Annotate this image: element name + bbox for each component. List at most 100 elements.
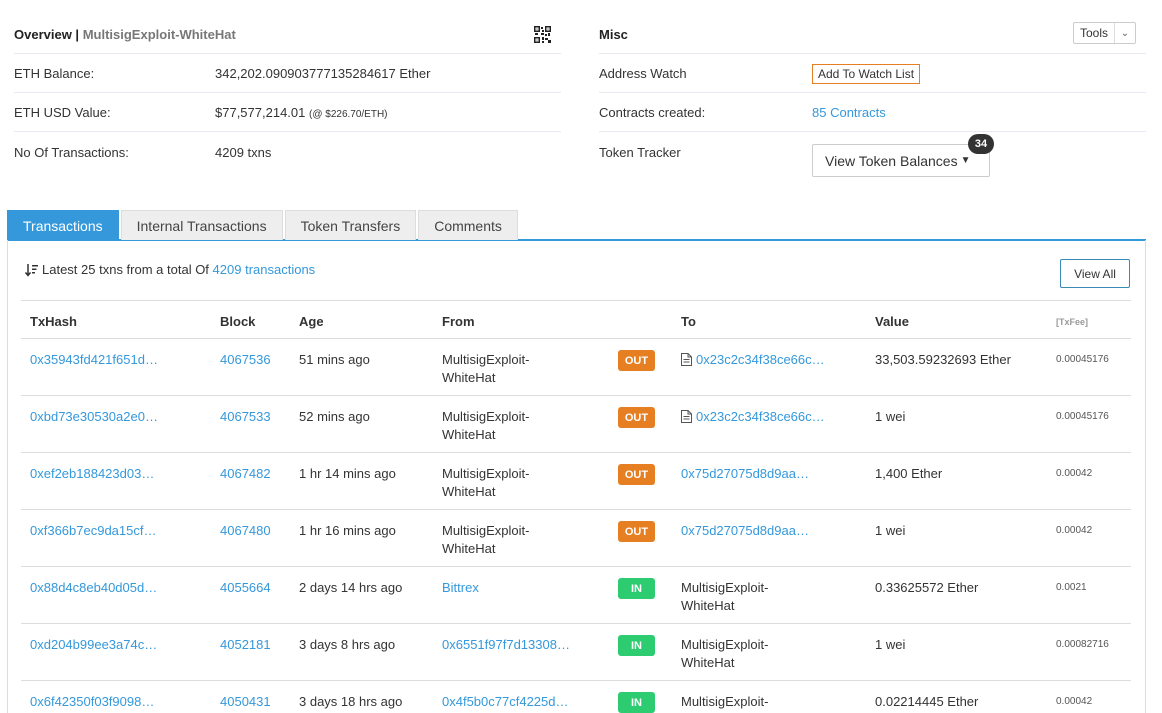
table-row: 0x6f42350f03f9098… 4050431 3 days 18 hrs a… xyxy=(21,681,1131,713)
to-address: MultisigExploit-WhiteHat xyxy=(681,580,769,613)
tools-label: Tools xyxy=(1074,23,1115,43)
txhash-link[interactable]: 0x35943fd421f651d… xyxy=(30,352,158,367)
direction-badge: IN xyxy=(618,692,655,713)
age-cell: 1 hr 16 mins ago xyxy=(299,523,396,538)
block-link[interactable]: 4050431 xyxy=(220,694,271,709)
to-address[interactable]: 0x23c2c34f38ce66c… xyxy=(696,408,825,426)
misc-title: Misc xyxy=(599,27,628,42)
add-to-watch-list-button[interactable]: Add To Watch List xyxy=(812,63,921,84)
eth-balance-row: ETH Balance: 342,202.090903777135284617 … xyxy=(14,54,561,93)
to-address[interactable]: 0x75d27075d8d9aa… xyxy=(681,522,809,540)
from-address: MultisigExploit- WhiteHat xyxy=(442,409,530,442)
view-all-button[interactable]: View All xyxy=(1060,259,1130,288)
tab-token-transfers[interactable]: Token Transfers xyxy=(284,210,417,240)
tx-count-value: 4209 txns xyxy=(215,145,272,160)
token-button-label: View Token Balances xyxy=(825,152,958,169)
table-row: 0x88d4c8eb40d05d… 4055664 2 days 14 hrs ag… xyxy=(21,567,1131,624)
table-row: 0xbd73e30530a2e0… 4067533 52 mins ago Multi… xyxy=(21,396,1131,453)
age-cell: 1 hr 14 mins ago xyxy=(299,466,396,481)
header-block: Block xyxy=(220,314,256,329)
header-value: Value xyxy=(875,314,909,329)
header-to: To xyxy=(681,314,696,329)
eth-balance-value: 342,202.090903777135284617 Ether xyxy=(215,65,431,81)
txhash-link[interactable]: 0xf366b7ec9da15cf… xyxy=(30,523,156,538)
header-from: From xyxy=(442,314,475,329)
to-address: MultisigExploit-WhiteHat xyxy=(681,694,769,713)
value-cell: 33,503.59232693 Ether xyxy=(875,352,1011,367)
txhash-link[interactable]: 0xef2eb188423d03… xyxy=(30,466,154,481)
tools-dropdown[interactable]: Tools ⌄ xyxy=(1072,22,1136,44)
total-transactions-link[interactable]: 4209 transactions xyxy=(213,262,316,277)
tab-comments[interactable]: Comments xyxy=(418,210,518,240)
age-cell: 52 mins ago xyxy=(299,409,370,424)
txfee-cell: 0.00045176 xyxy=(1056,354,1109,365)
from-address[interactable]: 0x4f5b0c77cf4225d… xyxy=(442,694,568,709)
eth-usd-label: ETH USD Value: xyxy=(14,104,111,120)
eth-usd-value-wrap: $77,577,214.01 (@ $226.70/ETH) xyxy=(215,105,388,120)
direction-badge: OUT xyxy=(618,350,655,371)
header-txhash: TxHash xyxy=(30,314,77,329)
txhash-link[interactable]: 0xbd73e30530a2e0… xyxy=(30,409,158,424)
txfee-cell: 0.0021 xyxy=(1056,582,1087,593)
address-watch-label: Address Watch xyxy=(599,65,687,81)
tab-transactions[interactable]: Transactions xyxy=(7,210,119,240)
from-address[interactable]: 0x6551f97f7d13308… xyxy=(442,637,570,652)
age-cell: 3 days 8 hrs ago xyxy=(299,637,396,652)
value-cell: 0.02214445 Ether xyxy=(875,694,979,709)
qr-code-icon[interactable] xyxy=(534,26,551,43)
token-tracker-label: Token Tracker xyxy=(599,145,681,160)
misc-panel: Misc Tools ⌄ Address Watch Add To Watch … xyxy=(599,16,1146,182)
account-name: MultisigExploit-WhiteHat xyxy=(82,27,236,42)
block-link[interactable]: 4055664 xyxy=(220,580,271,595)
header-txfee: [TxFee] xyxy=(1056,317,1089,327)
eth-price-note: (@ $226.70/ETH) xyxy=(309,108,388,120)
txfee-cell: 0.00045176 xyxy=(1056,411,1109,422)
table-row: 0xef2eb188423d03… 4067482 1 hr 14 mins ago… xyxy=(21,453,1131,510)
txfee-cell: 0.00042 xyxy=(1056,468,1093,479)
value-cell: 1 wei xyxy=(875,637,906,652)
table-header: TxHash Block Age From To Value [TxFee] xyxy=(21,300,1131,339)
block-link[interactable]: 4067480 xyxy=(220,523,271,538)
block-link[interactable]: 4052181 xyxy=(220,637,271,652)
age-cell: 3 days 18 hrs ago xyxy=(299,694,403,709)
age-cell: 51 mins ago xyxy=(299,352,370,367)
value-cell: 1,400 Ether xyxy=(875,466,943,481)
overview-title: Overview | xyxy=(14,27,80,42)
tx-count-label: No Of Transactions: xyxy=(14,145,129,160)
contract-file-icon xyxy=(681,353,692,366)
from-address: MultisigExploit- WhiteHat xyxy=(442,466,530,499)
tab-bar: Transactions Internal Transactions Token… xyxy=(7,210,1146,241)
block-link[interactable]: 4067536 xyxy=(220,352,271,367)
table-row: 0xd204b99ee3a74c… 4052181 3 days 8 hrs ago… xyxy=(21,624,1131,681)
txfee-cell: 0.00082716 xyxy=(1056,639,1109,650)
contracts-row: Contracts created: 85 Contracts xyxy=(599,93,1146,132)
address-watch-row: Address Watch Add To Watch List xyxy=(599,54,1146,93)
value-cell: 0.33625572 Ether xyxy=(875,580,979,595)
value-cell: 1 wei xyxy=(875,409,906,424)
table-row: 0x35943fd421f651d… 4067536 51 mins ago Mult… xyxy=(21,339,1131,396)
tx-count-row: No Of Transactions: 4209 txns xyxy=(14,132,561,171)
txhash-link[interactable]: 0x6f42350f03f9098… xyxy=(30,694,154,709)
to-address: MultisigExploit-WhiteHat xyxy=(681,637,769,670)
caret-down-icon: ▼ xyxy=(960,155,971,166)
txhash-link[interactable]: 0x88d4c8eb40d05d… xyxy=(30,580,157,595)
table-row: 0xf366b7ec9da15cf… 4067480 1 hr 16 mins ag… xyxy=(21,510,1131,567)
block-link[interactable]: 4067533 xyxy=(220,409,271,424)
misc-header: Misc Tools ⌄ xyxy=(599,16,1146,54)
eth-balance-label: ETH Balance: xyxy=(14,65,95,81)
txfee-cell: 0.00042 xyxy=(1056,696,1093,707)
transactions-table: TxHash Block Age From To Value [TxFee] 0… xyxy=(21,300,1131,713)
view-token-balances-button[interactable]: View Token Balances ▼ xyxy=(812,144,990,177)
to-address[interactable]: 0x23c2c34f38ce66c… xyxy=(696,351,825,369)
age-cell: 2 days 14 hrs ago xyxy=(299,580,403,595)
to-address[interactable]: 0x75d27075d8d9aa… xyxy=(681,465,809,483)
contracts-link[interactable]: 85 Contracts xyxy=(812,105,886,120)
block-link[interactable]: 4067482 xyxy=(220,466,271,481)
from-address[interactable]: Bittrex xyxy=(442,580,479,595)
txhash-link[interactable]: 0xd204b99ee3a74c… xyxy=(30,637,157,652)
token-count-badge: 34 xyxy=(968,134,994,154)
summary-text: Latest 25 txns from a total Of xyxy=(42,262,209,277)
eth-usd-row: ETH USD Value: $77,577,214.01 (@ $226.70… xyxy=(14,93,561,132)
overview-panel: Overview | MultisigExploit-WhiteHat ETH … xyxy=(14,16,561,171)
tab-internal-transactions[interactable]: Internal Transactions xyxy=(120,210,283,240)
